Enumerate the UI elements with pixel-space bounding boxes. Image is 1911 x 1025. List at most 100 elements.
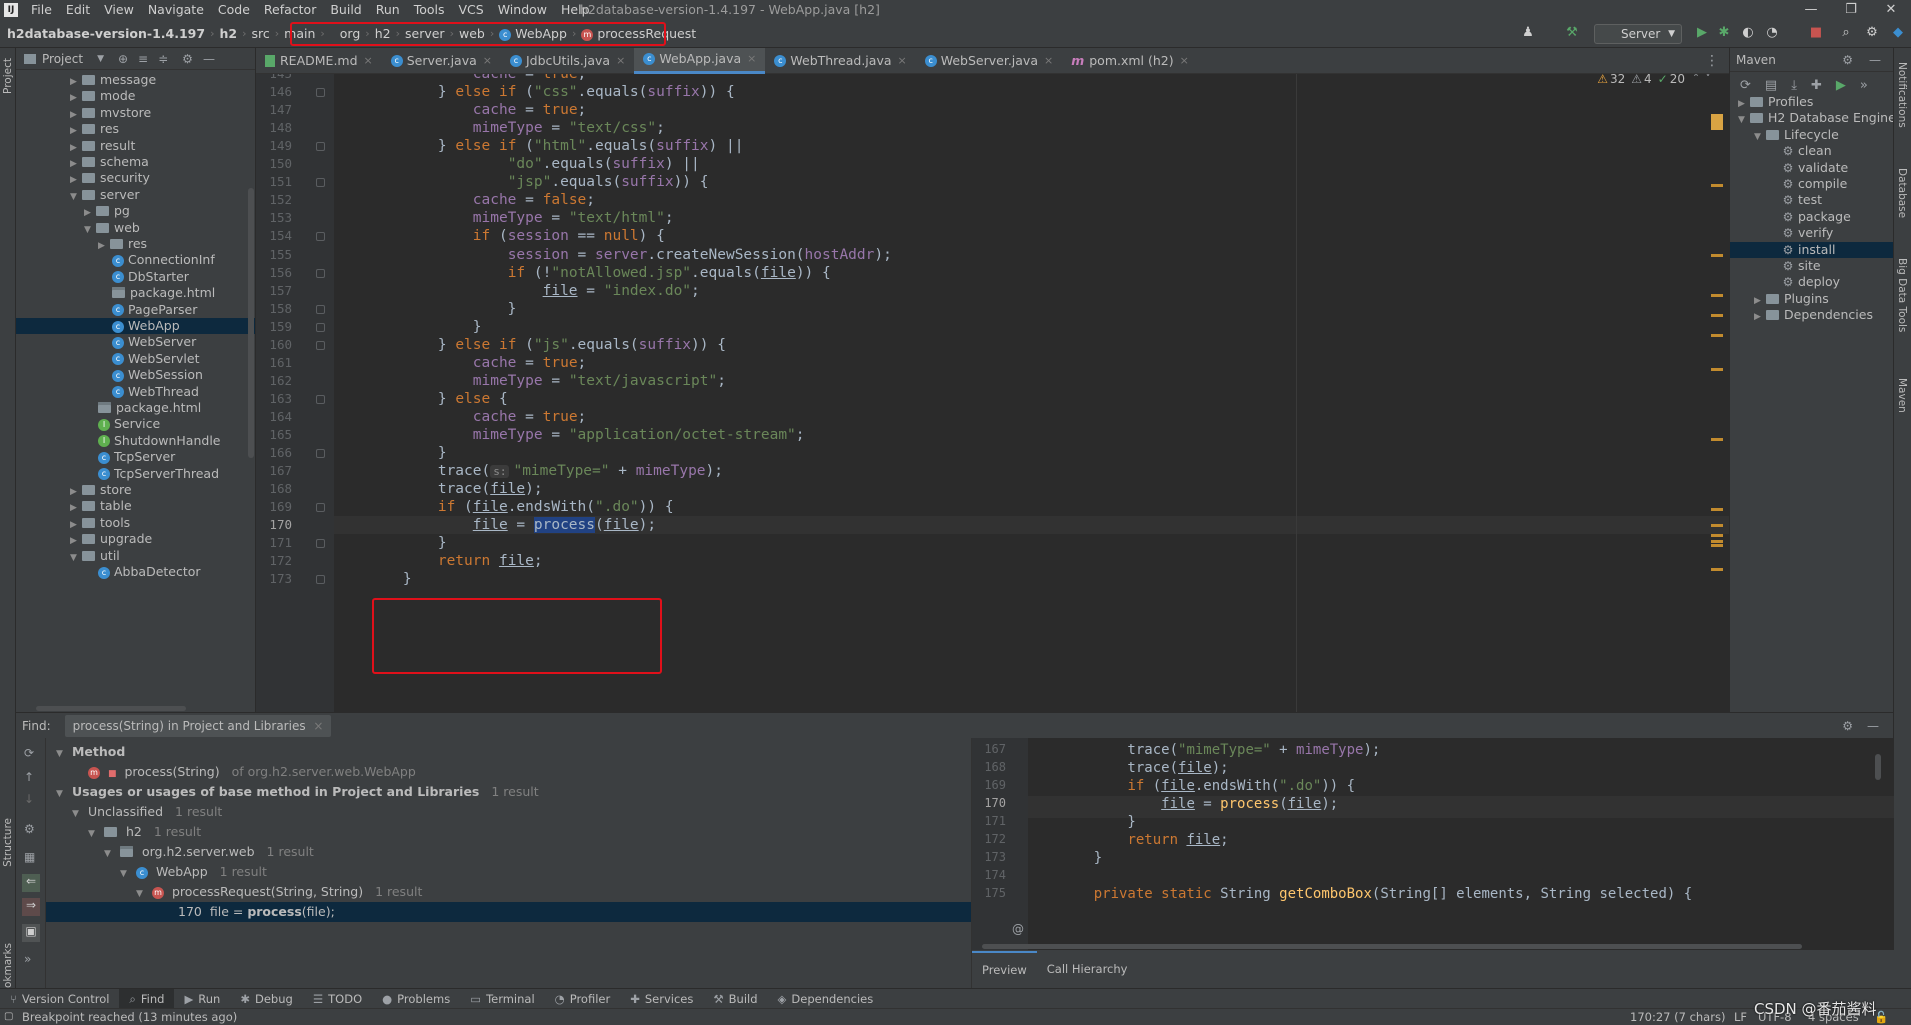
- arrow-up-icon[interactable]: ↑: [24, 770, 34, 784]
- project-scrollbar[interactable]: [248, 188, 254, 458]
- close-icon[interactable]: ✕: [1871, 0, 1911, 20]
- usage-row[interactable]: 170 file = process(file);: [46, 902, 971, 922]
- download-icon[interactable]: ⤓: [1791, 78, 1797, 93]
- unclassified-node[interactable]: ▼ Unclassified 1 result: [72, 802, 222, 822]
- project-tree-item[interactable]: I Service: [98, 416, 160, 432]
- project-tree-item[interactable]: ▶ upgrade: [70, 531, 152, 547]
- preview-tab[interactable]: Preview: [972, 951, 1037, 987]
- fold-marker-icon[interactable]: [316, 268, 325, 278]
- maven-tree-item[interactable]: ▼ H2 Database Engine: [1738, 110, 1896, 126]
- project-tree-item[interactable]: c WebApp: [16, 318, 255, 334]
- more-icon[interactable]: »: [24, 952, 31, 966]
- warning-stripe-mark[interactable]: [1711, 568, 1723, 571]
- status-square-icon[interactable]: ▢: [4, 1009, 13, 1025]
- maven-tree-item[interactable]: ⚙ clean: [1770, 143, 1832, 159]
- run-maven-icon[interactable]: ▶: [1836, 78, 1846, 93]
- chevron-right-icon[interactable]: ▶: [98, 238, 110, 254]
- warning-stripe-mark[interactable]: [1711, 334, 1723, 337]
- chevron-down-icon[interactable]: ▼: [1754, 129, 1766, 145]
- chevron-up-icon[interactable]: ˄: [1693, 74, 1699, 86]
- project-tree-item[interactable]: ▶ security: [70, 170, 150, 186]
- fold-marker-icon[interactable]: [316, 503, 325, 513]
- fold-marker-icon[interactable]: [316, 575, 325, 585]
- project-tree-item[interactable]: package.html: [112, 285, 215, 301]
- project-tree-item[interactable]: c ConnectionInf: [112, 252, 215, 268]
- rerun-icon[interactable]: ⟳: [24, 746, 34, 760]
- user-icon[interactable]: ♟: [1520, 25, 1536, 41]
- maven-tree-item[interactable]: ⚙ validate: [1770, 160, 1849, 176]
- breadcrumb-item[interactable]: m processRequest: [578, 26, 699, 41]
- status-message[interactable]: Breakpoint reached (13 minutes ago): [22, 1009, 237, 1025]
- structure-tool-tab[interactable]: Structure: [2, 818, 14, 867]
- maven-tree-item[interactable]: ▶ Profiles: [1738, 94, 1813, 110]
- close-icon[interactable]: ×: [313, 719, 323, 733]
- breadcrumb-item[interactable]: h2: [372, 26, 394, 41]
- package-node[interactable]: ▼ org.h2.server.web 1 result: [104, 842, 314, 862]
- maven-tree-item[interactable]: ⚙ site: [1770, 258, 1821, 274]
- preview-horizontal-scrollbar[interactable]: [982, 944, 1802, 949]
- project-tree-item[interactable]: c AbbaDetector: [98, 564, 201, 580]
- warning-stripe-mark[interactable]: [1711, 540, 1723, 543]
- tool-tab[interactable]: ✱ Debug: [230, 989, 302, 1009]
- tool-tab[interactable]: ⌕ Find: [119, 988, 175, 1009]
- chevron-down-icon[interactable]: ▼: [84, 222, 96, 238]
- arrow-down-icon[interactable]: ↓: [24, 792, 34, 806]
- big-data-tools-tab[interactable]: Big Data Tools: [1896, 258, 1908, 332]
- warning-stripe-mark[interactable]: [1711, 314, 1723, 317]
- breadcrumb-item[interactable]: c WebApp: [496, 26, 570, 41]
- fold-marker-icon[interactable]: [316, 449, 325, 459]
- project-tree-item[interactable]: ▶ mode: [70, 88, 135, 104]
- project-panel-title[interactable]: Project: [42, 52, 83, 66]
- chevron-down-icon[interactable]: ▼: [1738, 112, 1750, 128]
- module-node[interactable]: ▼ h2 1 result: [88, 822, 201, 842]
- fold-marker-icon[interactable]: [316, 340, 325, 350]
- warning-stripe-mark[interactable]: [1711, 534, 1723, 537]
- search-icon[interactable]: ⌕: [1838, 25, 1854, 41]
- editor-tab[interactable]: m pom.xml (h2) ×: [1062, 48, 1198, 74]
- add-icon[interactable]: ✚: [1811, 78, 1822, 93]
- project-tree-item[interactable]: ▶ res: [70, 121, 119, 137]
- breadcrumb-item[interactable]: org: [337, 26, 364, 41]
- menu-window[interactable]: Window: [491, 0, 554, 20]
- method2-node[interactable]: ▼ m processRequest(String, String) 1 res…: [136, 882, 422, 902]
- class-node[interactable]: ▼ c WebApp 1 result: [120, 862, 267, 882]
- warning-stripe-mark[interactable]: [1711, 294, 1723, 297]
- close-tab-icon[interactable]: ×: [483, 48, 492, 74]
- generate-sources-icon[interactable]: ▤: [1765, 78, 1777, 93]
- expand-all-icon[interactable]: ≡: [138, 52, 148, 66]
- usages-group[interactable]: ▼ Usages or usages of base method in Pro…: [56, 782, 539, 802]
- maven-tree-item[interactable]: ⚙ install: [1730, 241, 1893, 258]
- settings-icon[interactable]: ⚙: [24, 822, 35, 836]
- editor-tab[interactable]: README.md ×: [256, 48, 382, 74]
- project-tree-item[interactable]: ▶ result: [70, 138, 135, 154]
- breadcrumb-item[interactable]: h2: [216, 26, 240, 41]
- tool-tab[interactable]: ⚒ Build: [703, 989, 767, 1009]
- restore-icon[interactable]: ❐: [1831, 0, 1871, 20]
- reload-icon[interactable]: ⟳: [1740, 78, 1751, 93]
- hide-icon[interactable]: —: [1867, 719, 1879, 733]
- chevron-down-icon[interactable]: ▼: [97, 54, 104, 64]
- editor-tab[interactable]: c JdbcUtils.java ×: [501, 48, 634, 74]
- tool-tab[interactable]: ▭ Terminal: [460, 989, 544, 1009]
- menu-view[interactable]: View: [97, 0, 141, 20]
- tool-tab[interactable]: ▶ Run: [174, 989, 230, 1009]
- breadcrumb-item[interactable]: web: [456, 26, 488, 41]
- run-icon[interactable]: ▶: [1694, 25, 1710, 41]
- method-group[interactable]: ▼ Method: [56, 742, 125, 762]
- close-tab-icon[interactable]: ×: [747, 46, 756, 72]
- project-tree-item[interactable]: ▼ web: [84, 220, 140, 236]
- warning-stripe-mark[interactable]: [1711, 438, 1723, 441]
- preview-scrollbar[interactable]: [1875, 754, 1881, 780]
- warning-stripe-mark[interactable]: [1711, 114, 1723, 130]
- warning-stripe-mark[interactable]: [1711, 508, 1723, 511]
- project-horizontal-scrollbar[interactable]: [36, 706, 186, 711]
- project-tree-item[interactable]: ▶ pg: [84, 203, 130, 219]
- autoscroll-icon[interactable]: ⇒: [22, 898, 40, 916]
- editor-tab[interactable]: c WebServer.java ×: [916, 48, 1062, 74]
- warning-stripe-mark[interactable]: [1711, 254, 1723, 257]
- run-configuration-select[interactable]: Server ▼: [1594, 24, 1682, 44]
- inspection-widget[interactable]: ⚠ 32 ⚠ 4 ✓ 20 ˄ ˅: [1597, 74, 1711, 86]
- minimize-icon[interactable]: —: [1791, 0, 1831, 20]
- menu-tools[interactable]: Tools: [407, 0, 452, 20]
- collapse-all-icon[interactable]: ≑: [158, 52, 168, 66]
